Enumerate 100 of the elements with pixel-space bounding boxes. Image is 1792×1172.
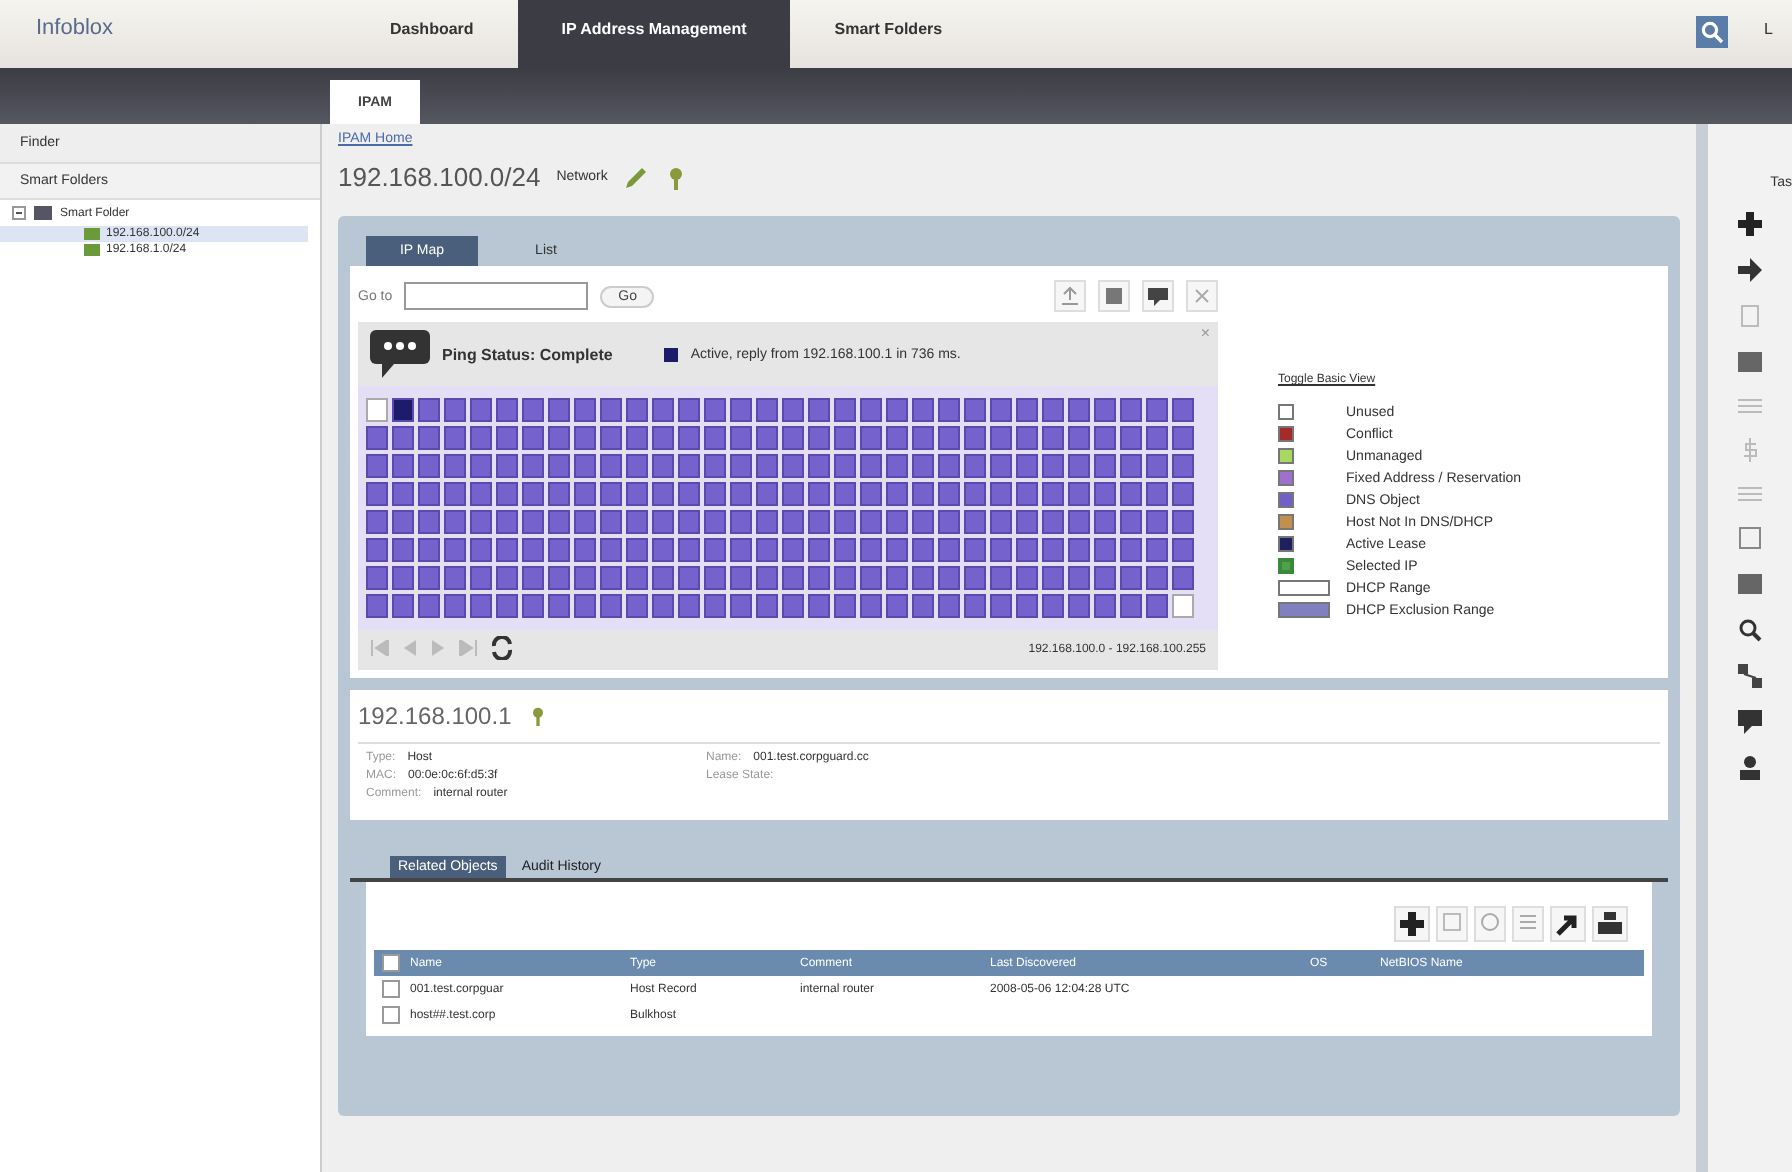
ip-cell[interactable] xyxy=(782,594,804,618)
ip-cell[interactable] xyxy=(938,398,960,422)
ip-cell[interactable] xyxy=(704,594,726,618)
ip-cell[interactable] xyxy=(860,482,882,506)
ip-cell[interactable] xyxy=(1172,566,1194,590)
ip-cell[interactable] xyxy=(600,482,622,506)
ip-cell[interactable] xyxy=(834,482,856,506)
ip-cell[interactable] xyxy=(418,426,440,450)
ip-cell[interactable] xyxy=(1068,538,1090,562)
ip-cell[interactable] xyxy=(1094,538,1116,562)
pencil-icon[interactable] xyxy=(623,165,648,189)
ip-cell[interactable] xyxy=(522,482,544,506)
ip-cell[interactable] xyxy=(1042,482,1064,506)
ip-cell[interactable] xyxy=(1172,454,1194,478)
ip-cell[interactable] xyxy=(730,398,752,422)
ip-cell[interactable] xyxy=(730,454,752,478)
ip-cell[interactable] xyxy=(808,510,830,534)
ip-cell[interactable] xyxy=(1120,426,1142,450)
ip-cell[interactable] xyxy=(756,538,778,562)
ip-cell[interactable] xyxy=(756,482,778,506)
ip-cell[interactable] xyxy=(548,482,570,506)
ip-cell[interactable] xyxy=(392,510,414,534)
first-page-icon[interactable] xyxy=(370,640,390,660)
ip-cell[interactable] xyxy=(756,454,778,478)
ip-cell[interactable] xyxy=(444,482,466,506)
ip-cell[interactable] xyxy=(1068,454,1090,478)
ip-cell[interactable] xyxy=(678,566,700,590)
ip-cell[interactable] xyxy=(1042,426,1064,450)
ip-cell[interactable] xyxy=(652,566,674,590)
ip-cell[interactable] xyxy=(730,566,752,590)
ip-cell[interactable] xyxy=(418,538,440,562)
ip-cell[interactable] xyxy=(652,426,674,450)
ip-cell[interactable] xyxy=(808,538,830,562)
ip-cell[interactable] xyxy=(678,482,700,506)
nav-tab[interactable]: Smart Folders xyxy=(790,0,987,68)
ip-cell[interactable] xyxy=(522,454,544,478)
ip-cell[interactable] xyxy=(548,398,570,422)
ip-cell[interactable] xyxy=(1146,594,1168,618)
ip-cell[interactable] xyxy=(444,454,466,478)
ip-cell[interactable] xyxy=(366,594,388,618)
user-menu[interactable]: L xyxy=(1764,0,1792,68)
ip-cell[interactable] xyxy=(1146,482,1168,506)
ip-cell[interactable] xyxy=(1068,566,1090,590)
ip-cell[interactable] xyxy=(496,538,518,562)
ip-cell[interactable] xyxy=(756,426,778,450)
ip-cell[interactable] xyxy=(470,398,492,422)
ip-cell[interactable] xyxy=(1146,426,1168,450)
export-icon[interactable] xyxy=(1550,906,1586,942)
ip-cell[interactable] xyxy=(938,510,960,534)
ip-cell[interactable] xyxy=(990,538,1012,562)
ip-cell[interactable] xyxy=(938,566,960,590)
ip-cell[interactable] xyxy=(834,538,856,562)
ip-cell[interactable] xyxy=(1042,454,1064,478)
ip-cell[interactable] xyxy=(886,398,908,422)
ip-cell[interactable] xyxy=(990,482,1012,506)
ip-cell[interactable] xyxy=(1146,510,1168,534)
ip-cell[interactable] xyxy=(366,566,388,590)
ip-cell[interactable] xyxy=(990,454,1012,478)
ip-cell[interactable] xyxy=(600,426,622,450)
ip-cell[interactable] xyxy=(600,398,622,422)
ip-cell[interactable] xyxy=(990,566,1012,590)
ip-cell[interactable] xyxy=(860,594,882,618)
refresh-icon[interactable] xyxy=(490,636,514,664)
ip-cell[interactable] xyxy=(886,566,908,590)
ip-cell[interactable] xyxy=(678,510,700,534)
select-all-checkbox[interactable] xyxy=(382,954,400,972)
ip-cell[interactable] xyxy=(938,454,960,478)
ip-cell[interactable] xyxy=(990,594,1012,618)
ip-cell[interactable] xyxy=(496,398,518,422)
ip-cell[interactable] xyxy=(652,510,674,534)
ip-cell[interactable] xyxy=(418,510,440,534)
nav-tab[interactable]: Dashboard xyxy=(346,0,518,68)
ip-cell[interactable] xyxy=(1172,482,1194,506)
ip-cell[interactable] xyxy=(600,594,622,618)
ip-cell[interactable] xyxy=(366,398,388,422)
ip-cell[interactable] xyxy=(678,398,700,422)
ip-cell[interactable] xyxy=(730,594,752,618)
ip-cell[interactable] xyxy=(522,510,544,534)
ip-cell[interactable] xyxy=(366,510,388,534)
ip-cell[interactable] xyxy=(548,510,570,534)
ip-cell[interactable] xyxy=(912,426,934,450)
ip-cell[interactable] xyxy=(704,454,726,478)
ip-cell[interactable] xyxy=(470,454,492,478)
ip-cell[interactable] xyxy=(1042,510,1064,534)
ip-cell[interactable] xyxy=(782,454,804,478)
ip-cell[interactable] xyxy=(626,426,648,450)
ip-cell[interactable] xyxy=(1094,454,1116,478)
calendar-icon[interactable] xyxy=(1738,526,1762,550)
ip-cell[interactable] xyxy=(938,538,960,562)
ip-cell[interactable] xyxy=(496,566,518,590)
ip-cell[interactable] xyxy=(652,482,674,506)
collapse-icon[interactable] xyxy=(12,206,26,220)
ip-cell[interactable] xyxy=(496,594,518,618)
ip-cell[interactable] xyxy=(1146,538,1168,562)
ip-cell[interactable] xyxy=(1016,538,1038,562)
ip-cell[interactable] xyxy=(860,398,882,422)
ip-cell[interactable] xyxy=(470,594,492,618)
ip-cell[interactable] xyxy=(548,426,570,450)
ip-cell[interactable] xyxy=(1094,482,1116,506)
ip-cell[interactable] xyxy=(964,482,986,506)
